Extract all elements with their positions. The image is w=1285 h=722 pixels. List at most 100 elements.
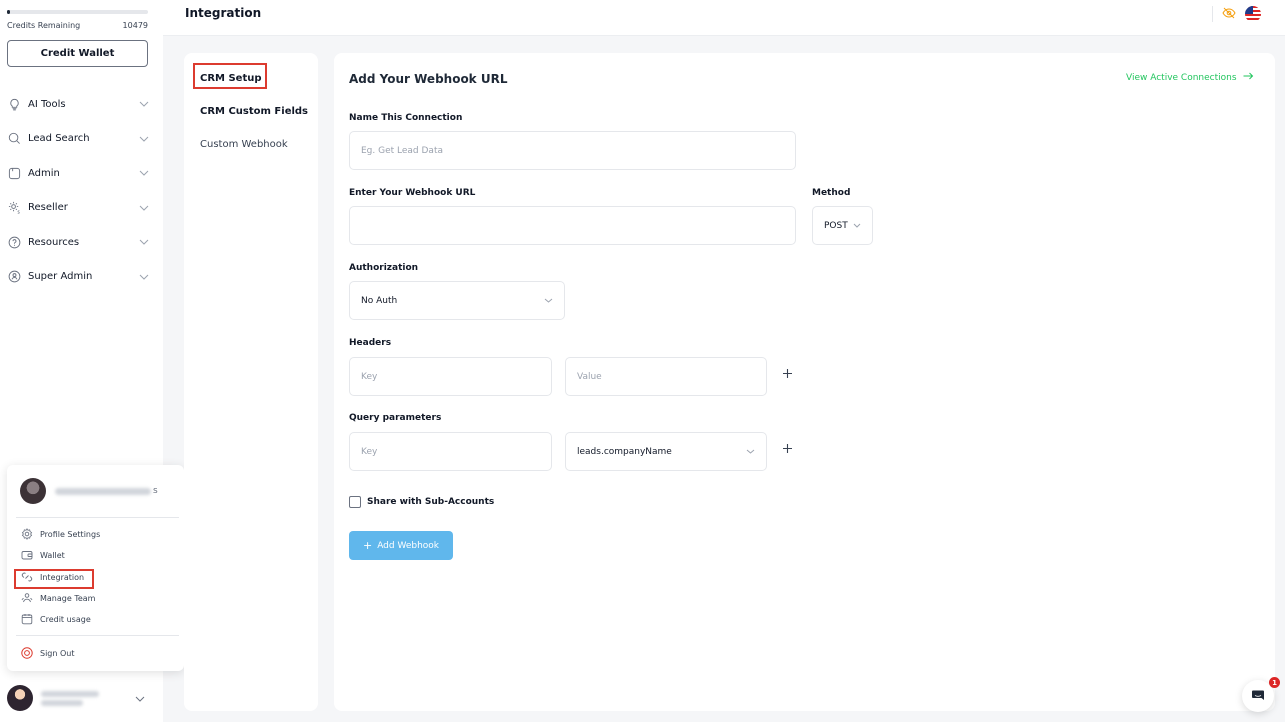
form-title: Add Your Webhook URL (349, 72, 508, 86)
share-checkbox[interactable] (349, 496, 361, 508)
method-value: POST (824, 220, 848, 231)
chevron-down-icon (139, 99, 149, 109)
wallet-icon (20, 549, 33, 562)
share-label: Share with Sub-Accounts (367, 497, 495, 507)
view-active-connections-link[interactable]: View Active Connections (1126, 72, 1254, 83)
power-icon (20, 647, 33, 660)
lightbulb-icon (7, 97, 21, 111)
profile-menu: s Profile Settings Wallet Integration Ma… (7, 465, 184, 671)
notification-badge: 1 (1269, 677, 1280, 688)
top-bar: Integration (163, 0, 1285, 36)
authorization-select[interactable]: No Auth (349, 281, 565, 320)
method-label: Method (812, 188, 851, 198)
header-key-input[interactable]: Key (349, 357, 552, 396)
chevron-down-icon (139, 134, 149, 144)
chevron-down-icon (139, 203, 149, 213)
crm-setup-highlight-box (193, 63, 267, 89)
divider (1212, 6, 1213, 22)
chevron-down-icon (139, 272, 149, 282)
sidebar-item-super-admin[interactable]: Super Admin (7, 266, 149, 288)
menu-item-manage-team[interactable]: Manage Team (20, 590, 95, 606)
menu-item-credit-usage[interactable]: Credit usage (20, 611, 91, 627)
settings-tab-crm-custom-fields[interactable]: CRM Custom Fields (200, 106, 308, 117)
query-value: leads.companyName (577, 446, 672, 457)
menu-item-label: Profile Settings (40, 529, 101, 539)
authorization-label: Authorization (349, 263, 419, 273)
share-with-sub-accounts[interactable]: Share with Sub-Accounts (349, 496, 494, 508)
avatar (7, 685, 33, 711)
menu-item-label: Credit usage (40, 614, 91, 624)
add-webhook-button[interactable]: + Add Webhook (349, 531, 453, 560)
page-title: Integration (185, 6, 262, 20)
header-value-input[interactable]: Value (565, 357, 767, 396)
chevron-down-icon (139, 237, 149, 247)
menu-item-wallet[interactable]: Wallet (20, 547, 65, 563)
divider (16, 517, 179, 518)
add-query-parameter-button[interactable] (782, 442, 793, 458)
chevron-down-icon (544, 296, 553, 306)
gear-icon (20, 528, 33, 541)
webhook-form-panel: Add Your Webhook URL View Active Connect… (334, 53, 1275, 711)
menu-item-profile-settings[interactable]: Profile Settings (20, 526, 100, 542)
sign-out-label: Sign Out (40, 648, 75, 658)
eye-off-icon[interactable] (1222, 7, 1236, 22)
account-switcher[interactable] (7, 683, 149, 713)
headers-label: Headers (349, 338, 392, 348)
calendar-icon (20, 613, 33, 626)
webhook-url-label: Enter Your Webhook URL (349, 188, 476, 198)
sidebar-item-label: Resources (28, 236, 80, 248)
view-active-connections-label: View Active Connections (1126, 72, 1237, 83)
credits-progress-bar (7, 10, 148, 14)
chat-icon (1251, 688, 1265, 705)
sidebar-item-admin[interactable]: Admin (7, 162, 149, 184)
connection-name-input[interactable]: Eg. Get Lead Data (349, 131, 796, 170)
divider (16, 635, 179, 636)
settings-tab-custom-webhook[interactable]: Custom Webhook (200, 139, 288, 150)
connection-name-label: Name This Connection (349, 113, 463, 123)
integration-settings-nav: CRM Setup CRM Custom Fields Custom Webho… (184, 53, 318, 711)
authorization-value: No Auth (361, 295, 398, 306)
query-value-select[interactable]: leads.companyName (565, 432, 767, 471)
search-icon (7, 132, 21, 146)
sidebar-item-reseller[interactable]: $ Reseller (7, 197, 149, 219)
arrow-right-icon (1243, 72, 1254, 83)
super-admin-icon (7, 270, 21, 284)
chevron-down-icon (139, 168, 149, 178)
chevron-down-icon (746, 447, 755, 457)
method-select[interactable]: POST (812, 206, 873, 245)
credits-value: 10479 (122, 21, 148, 30)
sidebar-item-ai-tools[interactable]: AI Tools (7, 93, 149, 115)
user-name-suffix: s (153, 486, 158, 496)
help-icon (7, 235, 21, 249)
add-webhook-label: Add Webhook (377, 540, 440, 551)
credits-meter: Credits Remaining 10479 (7, 10, 148, 30)
profile-menu-user: s (20, 478, 158, 504)
sidebar-item-label: Super Admin (28, 271, 93, 283)
sidebar-item-label: AI Tools (28, 98, 66, 110)
sidebar-item-lead-search[interactable]: Lead Search (7, 128, 149, 150)
sidebar-item-resources[interactable]: Resources (7, 231, 149, 253)
chevron-down-icon (135, 692, 145, 705)
credits-progress-fill (7, 10, 10, 14)
sidebar-item-label: Lead Search (28, 133, 90, 145)
user-name-blurred (55, 487, 151, 495)
plus-icon: + (362, 539, 373, 552)
credit-wallet-button[interactable]: Credit Wallet (7, 40, 148, 67)
us-flag-icon[interactable] (1245, 6, 1261, 22)
sidebar-nav: AI Tools Lead Search Admin $ Reseller Re… (7, 93, 149, 301)
add-header-button[interactable] (782, 367, 793, 383)
team-icon (20, 592, 33, 605)
credits-label: Credits Remaining (7, 21, 81, 30)
chevron-down-icon (853, 221, 861, 231)
integration-highlight-box (14, 569, 94, 589)
menu-item-label: Manage Team (40, 593, 96, 603)
query-key-input[interactable]: Key (349, 432, 552, 471)
avatar (20, 478, 46, 504)
svg-text:$: $ (17, 210, 20, 214)
sign-out-button[interactable]: Sign Out (20, 645, 75, 661)
query-parameters-label: Query parameters (349, 413, 442, 423)
reseller-icon: $ (7, 201, 21, 215)
admin-icon (7, 166, 21, 180)
sidebar-item-label: Admin (28, 167, 60, 179)
webhook-url-input[interactable] (349, 206, 796, 245)
